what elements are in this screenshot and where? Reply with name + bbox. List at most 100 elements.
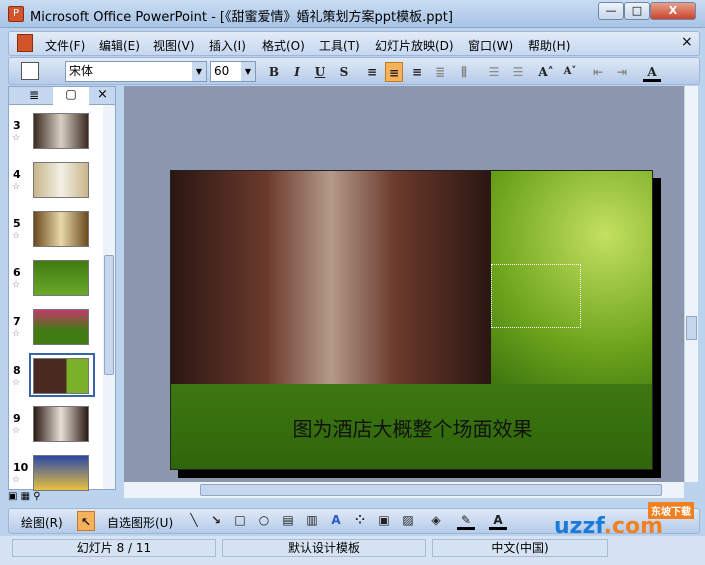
thumbnail-image [33, 455, 89, 491]
numbering-icon[interactable]: ☰ [485, 62, 503, 82]
document-icon[interactable] [17, 34, 33, 52]
powerpoint-app-icon[interactable]: P [8, 6, 24, 22]
autoshapes-menu[interactable]: 自选图形(U) [107, 514, 173, 531]
slide-number: 6 [13, 266, 21, 279]
arrow-icon[interactable]: ↘ [207, 510, 225, 530]
menu-window[interactable]: 窗口(W) [468, 37, 513, 54]
menu-tools[interactable]: 工具(T) [319, 37, 360, 54]
pane-close-button[interactable]: × [97, 87, 108, 102]
distribute-icon[interactable]: ≣ [431, 62, 449, 82]
decrease-indent-icon[interactable]: ⇤ [589, 62, 607, 82]
title-bar: P Microsoft Office PowerPoint - [《甜蜜爱情》婚… [0, 0, 705, 28]
chevron-down-icon[interactable]: ▼ [192, 62, 206, 81]
tab-slides[interactable]: ▢ [53, 87, 89, 105]
slide-thumbnail-3[interactable]: 3 ☆ [9, 113, 101, 159]
vertical-distribute-icon[interactable]: ⫼ [455, 62, 473, 82]
thumbnail-image [33, 358, 89, 394]
menu-help[interactable]: 帮助(H) [528, 37, 570, 54]
window-title: Microsoft Office PowerPoint - [《甜蜜爱情》婚礼策… [30, 10, 453, 25]
slide-indicator: 幻灯片 8 / 11 [12, 539, 216, 557]
transition-icon: ☆ [12, 329, 21, 339]
fill-color-icon[interactable]: ◈ [427, 510, 445, 530]
thumbnail-image [33, 309, 89, 345]
font-name-select[interactable]: 宋体 ▼ [65, 61, 207, 82]
line-color-icon[interactable]: ✎ [457, 510, 475, 530]
vertical-textbox-icon[interactable]: ▥ [303, 510, 321, 530]
slide-thumbnail-7[interactable]: 7 ☆ [9, 309, 101, 355]
slide-number: 5 [13, 217, 21, 230]
tab-outline[interactable]: ≣ [17, 88, 51, 104]
menu-insert[interactable]: 插入(I) [209, 37, 246, 54]
minimize-button[interactable]: — [598, 2, 624, 20]
menu-format[interactable]: 格式(O) [262, 37, 305, 54]
chevron-down-icon[interactable]: ▼ [241, 62, 255, 81]
slide-thumbnail-5[interactable]: 5 ☆ [9, 211, 101, 257]
slide-thumbnail-6[interactable]: 6 ☆ [9, 260, 101, 306]
transition-icon: ☆ [12, 231, 21, 241]
formatting-toolbar: 宋体 ▼ 60 ▼ B I U S ≡ ≡ ≡ ≣ ⫼ ☰ ☰ A˄ A˅ ⇤ ⇥ … [8, 57, 700, 85]
font-color-button[interactable]: A [643, 62, 661, 82]
slide-canvas[interactable]: 图为酒店大概整个场面效果 [170, 170, 653, 470]
align-right-icon[interactable]: ≡ [408, 62, 426, 82]
thumbnail-image [33, 113, 89, 149]
select-pointer-icon[interactable]: ↖ [77, 511, 95, 531]
thumbnail-image [33, 406, 89, 442]
slide-thumbnail-9[interactable]: 9 ☆ [9, 406, 101, 452]
scroll-thumb[interactable] [104, 255, 114, 375]
oval-icon[interactable]: ○ [255, 510, 273, 530]
rectangle-icon[interactable]: □ [231, 510, 249, 530]
decrease-font-icon[interactable]: A˅ [561, 62, 579, 82]
pane-scrollbar[interactable] [103, 105, 115, 489]
diagram-icon[interactable]: ⁘ [351, 510, 369, 530]
slides-pane: ≣ ▢ × 3 ☆ 4 ☆ 5 ☆ 6 ☆ 7 ☆ 8 ☆ 9 ☆ 10 ☆ [8, 86, 116, 491]
close-document-button[interactable]: × [681, 34, 693, 50]
align-center-icon[interactable]: ≡ [385, 62, 403, 82]
selection-box[interactable] [491, 264, 581, 328]
close-button[interactable]: X [650, 2, 696, 20]
thumbnail-image [33, 162, 89, 198]
underline-button[interactable]: U [311, 62, 329, 82]
slide-number: 9 [13, 412, 21, 425]
view-buttons[interactable]: ▣ ▦ ⚲ [8, 491, 58, 505]
wedding-venue-photo[interactable] [171, 171, 491, 384]
textbox-icon[interactable]: ▤ [279, 510, 297, 530]
align-left-icon[interactable]: ≡ [363, 62, 381, 82]
editor-vertical-scrollbar[interactable] [684, 86, 698, 482]
slide-number: 7 [13, 315, 21, 328]
wordart-icon[interactable]: A [327, 510, 345, 530]
slide-number: 4 [13, 168, 21, 181]
slide-thumbnail-4[interactable]: 4 ☆ [9, 162, 101, 208]
menu-slideshow[interactable]: 幻灯片放映(D) [375, 37, 454, 54]
italic-button[interactable]: I [288, 62, 306, 82]
maximize-button[interactable]: □ [624, 2, 650, 20]
transition-icon: ☆ [12, 378, 21, 388]
menu-view[interactable]: 视图(V) [153, 37, 195, 54]
bullets-icon[interactable]: ☰ [509, 62, 527, 82]
picture-icon[interactable]: ▨ [399, 510, 417, 530]
font-name-value: 宋体 [69, 64, 94, 78]
menu-edit[interactable]: 编辑(E) [99, 37, 140, 54]
menu-bar: 文件(F) 编辑(E) 视图(V) 插入(I) 格式(O) 工具(T) 幻灯片放… [8, 31, 700, 56]
slide-number: 3 [13, 119, 21, 132]
line-icon[interactable]: ╲ [185, 510, 203, 530]
clipart-icon[interactable]: ▣ [375, 510, 393, 530]
increase-font-icon[interactable]: A˄ [537, 62, 555, 82]
draw-menu[interactable]: 绘图(R) [21, 514, 63, 531]
font-color-icon[interactable]: A [489, 510, 507, 530]
new-document-icon[interactable] [21, 62, 39, 80]
editor-horizontal-scrollbar[interactable] [124, 482, 684, 498]
slide-number: 8 [13, 364, 21, 377]
bold-button[interactable]: B [265, 62, 283, 82]
transition-icon: ☆ [12, 280, 21, 290]
thumbnail-image [33, 211, 89, 247]
font-size-select[interactable]: 60 ▼ [210, 61, 256, 82]
text-shadow-button[interactable]: S [335, 62, 353, 82]
scroll-thumb[interactable] [200, 484, 662, 496]
scroll-thumb[interactable] [686, 316, 697, 340]
thumbnail-image [33, 260, 89, 296]
increase-indent-icon[interactable]: ⇥ [613, 62, 631, 82]
transition-icon: ☆ [12, 475, 21, 485]
slide-thumbnail-8[interactable]: 8 ☆ [9, 358, 101, 404]
slide-caption[interactable]: 图为酒店大概整个场面效果 [171, 413, 652, 442]
menu-file[interactable]: 文件(F) [45, 37, 85, 54]
